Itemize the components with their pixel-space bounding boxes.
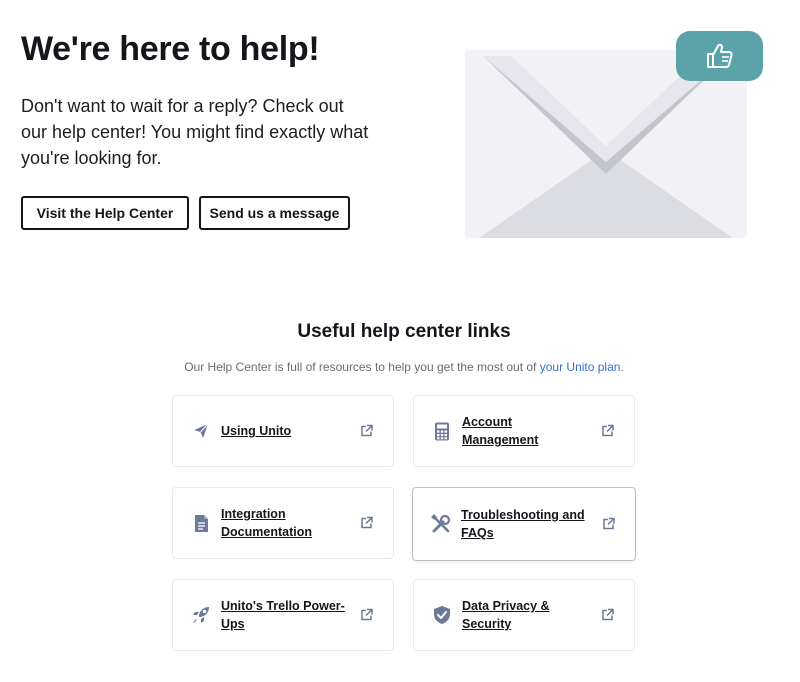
paper-plane-icon xyxy=(191,421,211,441)
rocket-icon xyxy=(191,605,211,625)
thumbs-up-badge xyxy=(676,31,763,81)
section-subtitle: Our Help Center is full of resources to … xyxy=(0,360,800,374)
visit-help-center-button[interactable]: Visit the Help Center xyxy=(21,196,189,230)
send-message-button[interactable]: Send us a message xyxy=(199,196,350,230)
card-integration-documentation[interactable]: Integration Documentation xyxy=(172,487,394,559)
card-label: Data Privacy & Security xyxy=(462,599,550,631)
subtitle-end: . xyxy=(620,360,624,374)
hero-description: Don't want to wait for a reply? Check ou… xyxy=(21,96,369,168)
card-label: Integration Documentation xyxy=(221,507,312,539)
external-link-icon xyxy=(603,517,615,530)
section-title: Useful help center links xyxy=(297,321,511,342)
card-account-management[interactable]: Account Management xyxy=(413,395,635,467)
unito-plan-link[interactable]: your Unito plan xyxy=(540,360,621,374)
external-link-icon xyxy=(361,424,373,437)
external-link-icon xyxy=(602,424,614,437)
card-label: Troubleshooting and FAQs xyxy=(461,508,585,540)
card-trello-power-ups[interactable]: Unito's Trello Power-Ups xyxy=(172,579,394,651)
calculator-icon xyxy=(432,421,452,441)
document-icon xyxy=(191,513,211,533)
card-troubleshooting-faqs[interactable]: Troubleshooting and FAQs xyxy=(412,487,636,561)
subtitle-text: Our Help Center is full of resources to … xyxy=(184,360,540,374)
thumbs-up-icon xyxy=(706,43,733,68)
external-link-icon xyxy=(361,608,373,621)
card-label: Unito's Trello Power-Ups xyxy=(221,599,345,631)
card-label: Using Unito xyxy=(221,424,292,438)
external-link-icon xyxy=(602,608,614,621)
page-title: We're here to help! xyxy=(21,30,320,68)
tools-icon xyxy=(431,514,451,534)
card-label: Account Management xyxy=(462,415,539,447)
shield-check-icon xyxy=(432,605,452,625)
external-link-icon xyxy=(361,516,373,529)
card-data-privacy-security[interactable]: Data Privacy & Security xyxy=(413,579,635,651)
card-using-unito[interactable]: Using Unito xyxy=(172,395,394,467)
